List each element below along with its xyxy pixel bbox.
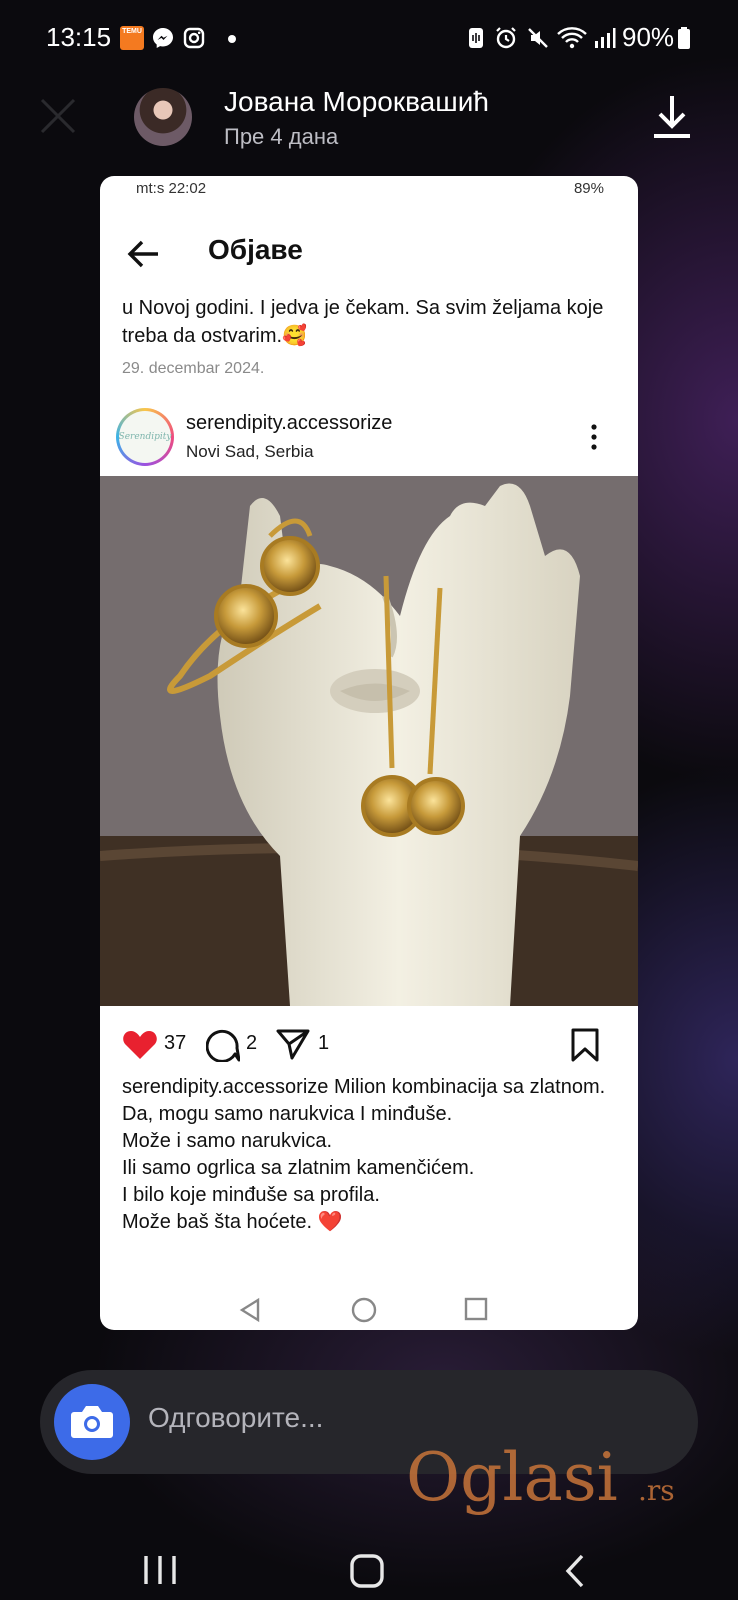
temu-notification-icon: TEMU — [120, 26, 144, 50]
like-heart-icon[interactable] — [122, 1028, 158, 1060]
avatar[interactable] — [134, 88, 192, 146]
account-location[interactable]: Novi Sad, Serbia — [186, 442, 314, 462]
inner-status-time: mt:s 22:02 — [136, 180, 207, 197]
caption-line: Da, mogu samo narukvica I minđuše. — [122, 1103, 453, 1125]
battery-percent: 90% — [622, 22, 675, 52]
messenger-icon — [153, 28, 173, 48]
inner-home-icon — [351, 1297, 377, 1323]
more-options-icon[interactable] — [584, 422, 604, 452]
post-actions: 37 2 1 — [100, 1014, 638, 1074]
recents-icon[interactable] — [144, 1556, 176, 1584]
bookmark-icon[interactable] — [570, 1028, 600, 1062]
caption-line: I bilo koje minđuše sa profila. — [122, 1184, 380, 1206]
story-user-name[interactable]: Јована Мороквашић — [224, 86, 489, 118]
status-time: 13:15 — [46, 22, 112, 52]
previous-post-caption: u Novoj godini. I jedva je čekam. Sa svi… — [122, 297, 604, 347]
page-title: Објаве — [208, 234, 303, 265]
back-arrow-icon[interactable] — [124, 234, 164, 274]
home-icon[interactable] — [350, 1554, 384, 1588]
signal-icon — [595, 28, 616, 48]
back-nav-icon[interactable] — [565, 1554, 584, 1588]
comment-count: 2 — [246, 1032, 258, 1054]
camera-icon — [71, 1406, 113, 1438]
close-icon[interactable] — [38, 96, 78, 136]
reply-input[interactable]: Одговорите... — [148, 1402, 323, 1434]
like-count: 37 — [164, 1032, 187, 1054]
post-caption: serendipity.accessorize Milion kombinaci… — [122, 1074, 612, 1236]
account-logo-text: Serendipity — [119, 411, 171, 463]
inner-back-icon — [239, 1297, 260, 1323]
share-icon[interactable] — [276, 1028, 310, 1060]
caption-line: Može baš šta hoćete. ❤️ — [122, 1211, 343, 1233]
watermark-brand: Oglasi — [406, 1439, 618, 1516]
wifi-icon — [557, 27, 587, 49]
instagram-icon — [183, 27, 205, 49]
inner-battery-percent: 89% — [573, 180, 604, 197]
battery-icon — [678, 27, 690, 49]
inner-status-bar: mt:s 22:02 89% — [100, 176, 638, 212]
caption-username[interactable]: serendipity.accessorize — [122, 1076, 328, 1098]
share-count: 1 — [318, 1032, 330, 1054]
mute-icon — [528, 28, 548, 48]
caption-line: Može i samo narukvica. — [122, 1130, 333, 1152]
system-navigation-bar — [144, 1554, 584, 1588]
account-name[interactable]: serendipity.accessorize — [186, 412, 392, 435]
post-photo[interactable] — [100, 476, 638, 1006]
alarm-icon — [496, 27, 516, 49]
status-bar: 13:15 TEMU 90% — [0, 0, 738, 78]
more-notifications-dot — [228, 35, 236, 43]
download-icon[interactable] — [652, 92, 692, 140]
caption-line: Milion kombinacija sa zlatnom. — [328, 1076, 606, 1098]
story-posted-time: Пре 4 дана — [224, 124, 339, 149]
watermark-tld: .rs — [638, 1474, 675, 1507]
caption-line: Ili samo ogrlica sa zlatnim kamenčićem. — [122, 1157, 475, 1179]
nfc-icon — [469, 28, 483, 48]
oglasi-watermark-logo: Oglasi .rs — [406, 1439, 675, 1516]
account-avatar[interactable]: Serendipity — [116, 408, 174, 466]
camera-button[interactable] — [54, 1384, 130, 1460]
inner-recents-icon — [464, 1297, 488, 1321]
shared-screenshot: mt:s 22:02 89% Објаве u Novoj godini. I … — [100, 176, 638, 1330]
inner-navigation-bar — [239, 1297, 488, 1323]
comment-icon[interactable] — [206, 1028, 240, 1062]
previous-post-date: 29. decembar 2024. — [122, 360, 265, 377]
